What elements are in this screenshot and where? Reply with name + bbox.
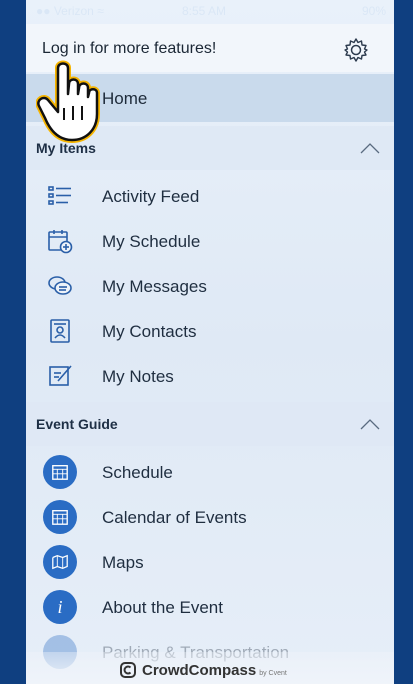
contact-book-icon [46,317,74,345]
menu-item-label: Maps [102,553,144,572]
brand-text: CrowdCompass [142,662,257,679]
menu-item-my-messages[interactable]: My Messages [26,264,394,309]
clock: 8:55 AM [182,4,227,18]
note-pencil-icon [46,362,74,390]
map-icon [43,545,77,579]
menu-item-label: My Messages [102,277,207,296]
login-link[interactable]: Log in for more features! [42,40,216,58]
menu-item-label: Calendar of Events [102,508,247,527]
crowdcompass-logo-icon [120,662,136,678]
event-guide-title: Event Guide [36,416,118,432]
menu-item-my-schedule[interactable]: My Schedule [26,219,394,264]
menu-item-label: About the Event [102,598,223,617]
event-guide-section-header[interactable]: Event Guide [26,402,394,446]
calendar-grid-icon [43,455,77,489]
menu-item-my-notes[interactable]: My Notes [26,354,394,399]
menu-item-calendar-of-events[interactable]: Calendar of Events [26,495,394,540]
brand-byline: by Cvent [259,670,287,677]
chevron-up-icon[interactable] [360,418,380,430]
menu-item-label: Schedule [102,463,173,482]
menu-item-label: My Contacts [102,322,197,341]
chevron-up-icon[interactable] [360,142,380,154]
gear-icon[interactable] [342,36,370,64]
list-icon [46,182,74,210]
menu-item-about-the-event[interactable]: i About the Event [26,585,394,630]
info-icon: i [43,590,77,624]
chat-bubbles-icon [46,272,74,300]
app-menu-screen: ●● Verizon ≈ 8:55 AM 90% Log in for more… [26,0,394,684]
menu-item-label: My Schedule [102,232,201,251]
powered-by-footer: CrowdCompass by Cvent [26,652,394,684]
hand-pointer-icon [36,60,100,143]
menu-item-schedule[interactable]: Schedule [26,450,394,495]
calendar-add-icon [46,227,74,255]
calendar-grid-icon [43,500,77,534]
carrier-label: ●● Verizon ≈ [36,4,104,18]
status-bar: ●● Verizon ≈ 8:55 AM 90% [26,0,394,22]
menu-item-my-contacts[interactable]: My Contacts [26,309,394,354]
battery-level: 90% [361,4,386,18]
menu-item-label: Activity Feed [102,187,200,206]
menu-item-maps[interactable]: Maps [26,540,394,585]
menu-item-activity-feed[interactable]: Activity Feed [26,174,394,219]
menu-item-label: My Notes [102,367,174,386]
brand-name: CrowdCompass by Cvent [142,662,287,679]
